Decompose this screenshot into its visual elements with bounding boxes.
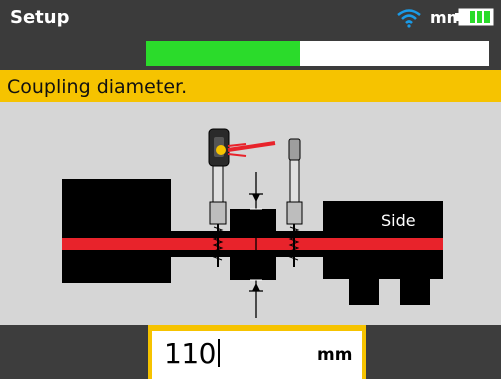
text-cursor bbox=[217, 339, 220, 367]
side-label: Side bbox=[381, 211, 416, 230]
progress-bar bbox=[146, 41, 489, 66]
coupling-illustration: Side bbox=[0, 102, 501, 325]
instruction-bar: Coupling diameter. bbox=[0, 70, 501, 102]
input-unit-label: mm bbox=[317, 345, 353, 365]
left-machine bbox=[62, 179, 171, 283]
diameter-value: 110 bbox=[164, 337, 216, 370]
wifi-icon bbox=[397, 9, 421, 28]
header-bar: Setup mm bbox=[0, 0, 501, 70]
right-machine-foot bbox=[400, 277, 430, 305]
machine-diagram: Side bbox=[0, 102, 501, 325]
progress-fill bbox=[146, 41, 301, 66]
shaft-centerline bbox=[62, 238, 443, 250]
diameter-input[interactable]: 110 bbox=[164, 337, 220, 370]
battery-icon bbox=[455, 8, 494, 26]
app-title: Setup bbox=[10, 7, 70, 28]
right-machine-foot bbox=[349, 277, 379, 305]
instruction-text: Coupling diameter. bbox=[7, 76, 188, 98]
